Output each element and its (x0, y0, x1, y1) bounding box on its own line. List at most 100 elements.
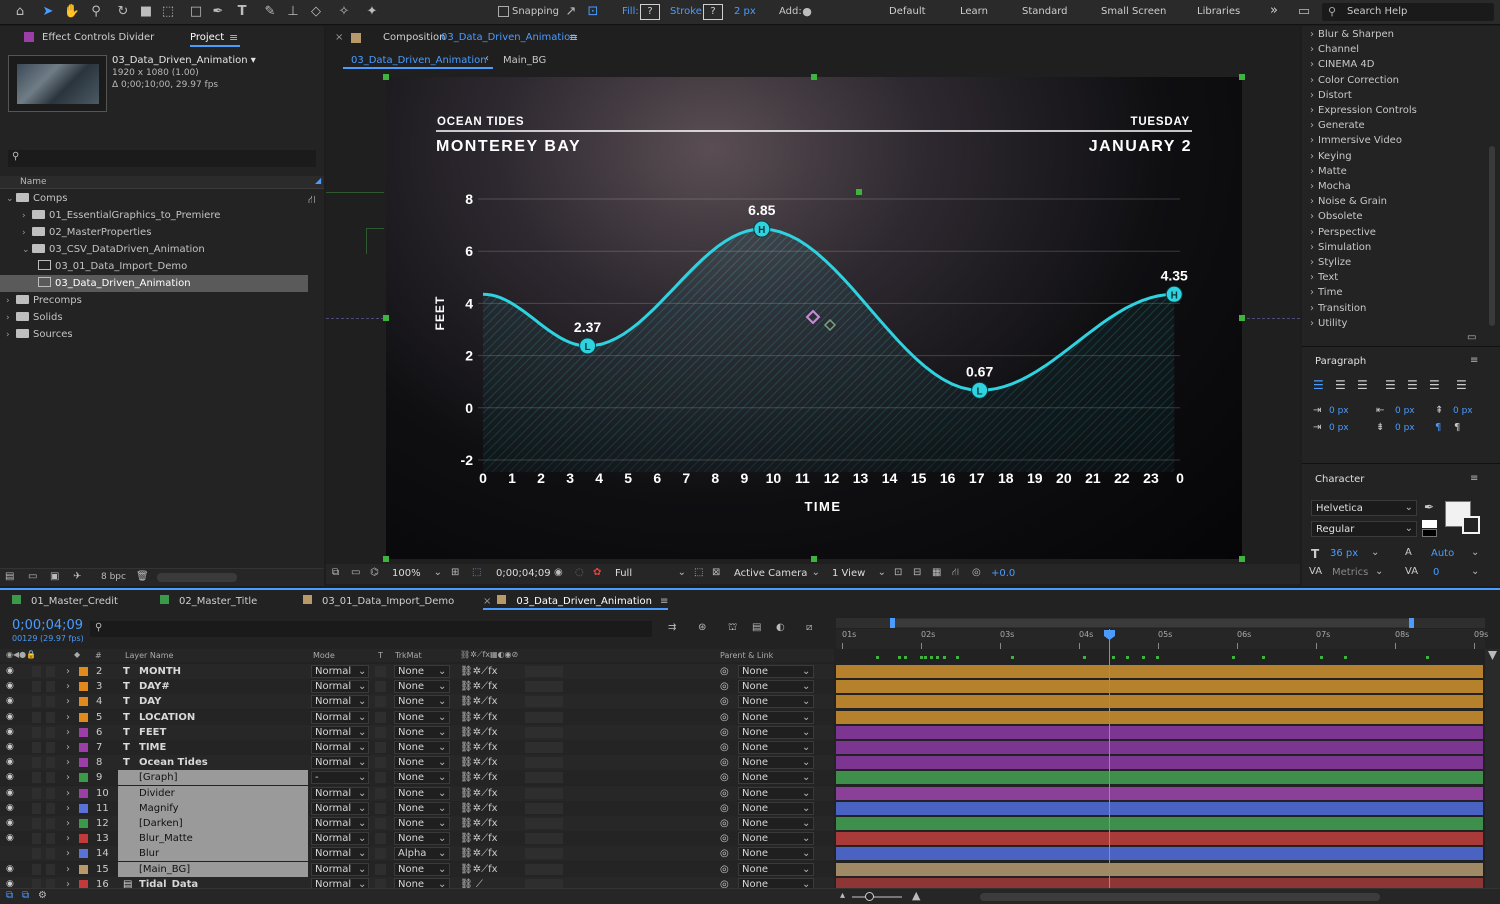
chevron-down-icon[interactable]: ⌄ (1471, 566, 1479, 577)
justify-right-icon[interactable]: ☰ (1429, 378, 1440, 392)
panel-menu-icon[interactable]: ≡ (660, 596, 668, 607)
rotate-tool-icon[interactable]: ↻ (113, 3, 133, 21)
roto-brush-tool-icon[interactable]: ✧ (334, 3, 354, 21)
zoom-dropdown[interactable]: 100% ⌄ (390, 567, 442, 581)
comp-name-label[interactable]: 03_Data_Driven_Animation ▾ (112, 55, 256, 66)
stroke-width[interactable]: 2 px (734, 6, 756, 17)
exposure-value[interactable]: +0.0 (991, 568, 1015, 579)
snap-features-icon[interactable]: ⊡ (583, 3, 603, 21)
current-time-indicator[interactable] (1109, 629, 1110, 889)
fast-previews-icon[interactable]: ⊟ (913, 567, 921, 578)
first-line-indent-value[interactable]: 0 px (1329, 423, 1349, 433)
clone-stamp-tool-icon[interactable]: ⊥ (283, 3, 303, 21)
type-tool-icon[interactable]: T (232, 3, 252, 21)
layer-duration-bar[interactable] (836, 847, 1483, 861)
effect-category[interactable]: › Mocha (1310, 179, 1351, 194)
layer-duration-bar[interactable] (836, 710, 1483, 724)
project-search-input[interactable]: ⚲ (8, 150, 316, 167)
channel-icon[interactable]: ✿ (593, 567, 601, 578)
project-item[interactable]: › Sources (0, 326, 308, 343)
project-item[interactable]: 03_Data_Driven_Animation (0, 275, 308, 292)
effect-category[interactable]: › Simulation (1310, 240, 1371, 255)
chevron-right-icon[interactable]: › (22, 225, 32, 242)
rectangle-tool-icon[interactable]: □ (186, 3, 206, 21)
align-right-icon[interactable]: ☰ (1357, 378, 1368, 392)
project-item[interactable]: › Solids (0, 309, 308, 326)
effect-category[interactable]: › Immersive Video (1310, 133, 1402, 148)
space-before-value[interactable]: 0 px (1453, 406, 1473, 416)
layer-handle[interactable] (383, 556, 389, 562)
effect-category[interactable]: › Channel (1310, 42, 1359, 57)
effect-category[interactable]: › Stylize (1310, 255, 1351, 270)
column-name[interactable]: Name (20, 177, 47, 187)
effect-category[interactable]: › Text (1310, 270, 1338, 285)
keyframe-marker[interactable] (898, 656, 901, 659)
effect-category[interactable]: › Utility (1310, 316, 1347, 331)
snap-edges-icon[interactable]: ↗ (561, 3, 581, 21)
motion-blur-icon[interactable]: ◐ (776, 622, 785, 633)
keyframe-marker[interactable] (1126, 656, 1129, 659)
keyframe-marker[interactable] (943, 656, 946, 659)
workspace-learn[interactable]: Learn (960, 6, 988, 17)
resolution-dropdown[interactable]: Full ⌄ (612, 567, 686, 581)
chevron-down-icon[interactable]: ⌄ (22, 242, 32, 259)
toggle-pixel-aspect-icon[interactable]: ⊡ (894, 567, 902, 578)
comp-canvas[interactable]: OCEAN TIDES MONTEREY BAY TUESDAY JANUARY… (386, 77, 1242, 559)
keyframe-marker[interactable] (930, 656, 933, 659)
pen-tool-icon[interactable]: ✒ (208, 3, 228, 21)
work-area-bar[interactable] (836, 618, 1485, 628)
frame-blending-icon[interactable]: ▤ (752, 622, 761, 633)
new-bin-icon[interactable]: ▭ (1467, 332, 1476, 343)
zoom-slider[interactable] (852, 896, 902, 898)
indent-left-value[interactable]: 0 px (1329, 406, 1349, 416)
project-item[interactable]: › 02_MasterProperties (0, 224, 308, 241)
chevron-right-icon[interactable]: › (6, 327, 16, 344)
timeline-search-input[interactable]: ⚲ (90, 621, 652, 637)
project-item[interactable]: 03_01_Data_Import_Demo (0, 258, 308, 275)
project-item[interactable]: › 01_EssentialGraphics_to_Premiere (0, 207, 308, 224)
stroke-label[interactable]: Stroke: (670, 6, 705, 17)
close-tab-icon[interactable]: × (483, 596, 491, 607)
effect-category[interactable]: › Obsolete (1310, 209, 1363, 224)
vr-icon[interactable]: ⌬ (370, 567, 379, 578)
layer-handle[interactable] (856, 189, 862, 195)
keyframe-marker[interactable] (1320, 656, 1323, 659)
column-trkmat[interactable]: TrkMat (395, 651, 422, 660)
eraser-tool-icon[interactable]: ◇ (306, 3, 326, 21)
indent-right-value[interactable]: 0 px (1395, 406, 1415, 416)
timeline-timecode[interactable]: 0;00;04;09 (12, 618, 83, 633)
effect-category[interactable]: › Distort (1310, 88, 1352, 103)
fill-label[interactable]: Fill: (622, 6, 639, 17)
layer-duration-bar[interactable] (836, 817, 1483, 830)
keyframe-marker[interactable] (1344, 656, 1347, 659)
chevron-right-icon[interactable]: › (6, 293, 16, 310)
zoom-out-icon[interactable]: ▴ (840, 890, 845, 901)
layer-duration-bar[interactable] (836, 832, 1483, 846)
effect-category[interactable]: › Matte (1310, 164, 1347, 179)
layer-duration-bar[interactable] (836, 771, 1483, 785)
timeline-tab[interactable]: 02_Master_Title (160, 595, 257, 610)
timeline-tab[interactable]: 01_Master_Credit (12, 595, 118, 610)
layer-handle[interactable] (1239, 556, 1245, 562)
layer-duration-bar[interactable] (836, 680, 1483, 694)
tracking-value[interactable]: 0 (1433, 567, 1439, 578)
monitor-icon[interactable]: ▭ (351, 567, 360, 578)
keyframe-marker[interactable] (876, 656, 879, 659)
panel-menu-icon[interactable]: ≡ (1470, 473, 1478, 484)
layer-handle[interactable] (383, 74, 389, 80)
keyframe-marker[interactable] (1011, 656, 1014, 659)
chevron-right-icon[interactable]: › (6, 310, 16, 327)
fill-swatch[interactable]: ? (640, 4, 660, 20)
work-area-end-handle[interactable] (1409, 618, 1414, 628)
chevron-down-icon[interactable]: ⌄ (6, 191, 16, 208)
thumbnail-slider[interactable] (157, 573, 237, 582)
effect-category[interactable]: › Generate (1310, 118, 1365, 133)
add-icon[interactable]: ● (797, 3, 817, 21)
chevron-down-icon[interactable]: ⌄ (1371, 547, 1379, 558)
reset-exposure-icon[interactable]: ◎ (972, 567, 981, 578)
brush-tool-icon[interactable]: ✎ (260, 3, 280, 21)
graph-editor-icon[interactable]: ⧄ (806, 622, 812, 633)
chevron-down-icon[interactable]: ⌄ (1471, 547, 1479, 558)
workspace-default[interactable]: Default (889, 6, 926, 17)
region-of-interest-icon[interactable]: ⬚ (694, 567, 703, 578)
